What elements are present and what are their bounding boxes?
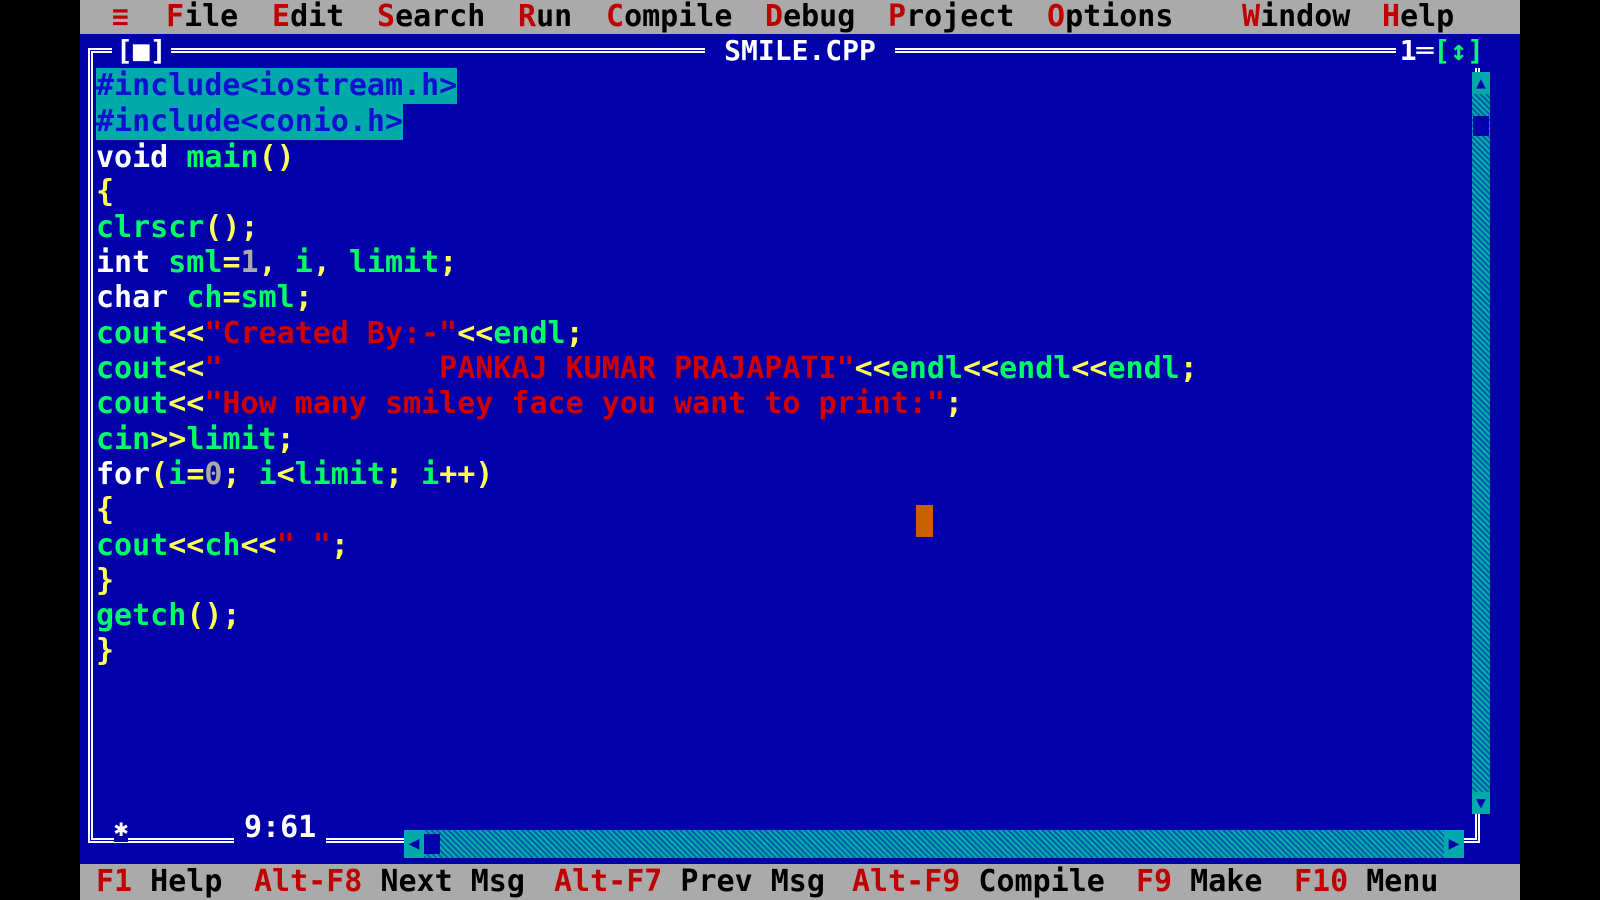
code-line-13[interactable]: { xyxy=(96,492,114,528)
cursor-position: 9:61 xyxy=(234,810,327,846)
code-line-6[interactable]: int sml=1, i, limit; xyxy=(96,245,457,281)
status-prev-msg[interactable]: Alt-F7 Prev Msg xyxy=(554,864,825,900)
resize-icon[interactable]: ✱ xyxy=(114,814,129,842)
code-line-14[interactable]: cout<<ch<<" "; xyxy=(96,528,349,564)
window-title-bar: [■] SMILE.CPP 1═[↕] xyxy=(80,34,1520,68)
code-line-4[interactable]: { xyxy=(96,174,114,210)
menu-window[interactable]: Window xyxy=(1242,0,1350,34)
menu-project[interactable]: Project xyxy=(888,0,1014,34)
code-line-1[interactable]: #include<iostream.h> xyxy=(96,68,458,104)
status-menu[interactable]: F10 Menu xyxy=(1294,864,1439,900)
code-line-17[interactable]: } xyxy=(96,633,114,669)
window-title: SMILE.CPP xyxy=(705,34,895,68)
scroll-left-icon[interactable]: ◀ xyxy=(404,830,424,858)
vertical-scroll-thumb[interactable] xyxy=(1473,116,1489,136)
status-help[interactable]: F1 Help xyxy=(96,864,222,900)
status-next-msg[interactable]: Alt-F8 Next Msg xyxy=(254,864,525,900)
zoom-box-icon[interactable]: [↕] xyxy=(1433,34,1484,67)
code-line-12[interactable]: for(i=0; i<limit; i++) xyxy=(96,457,493,493)
code-line-7[interactable]: char ch=sml; xyxy=(96,280,313,316)
system-menu-icon[interactable]: ≡ xyxy=(112,0,129,34)
code-line-9[interactable]: cout<<" PANKAJ KUMAR PRAJAPATI"<<endl<<e… xyxy=(96,351,1198,387)
menu-options[interactable]: Options xyxy=(1047,0,1173,34)
menu-debug[interactable]: Debug xyxy=(765,0,855,34)
status-make[interactable]: F9 Make xyxy=(1136,864,1262,900)
horizontal-scroll-thumb[interactable] xyxy=(424,834,440,854)
menu-compile[interactable]: Compile xyxy=(606,0,732,34)
menu-bar: ≡ File Edit Search Run Compile Debug Pro… xyxy=(80,0,1520,34)
code-line-15[interactable]: } xyxy=(96,563,114,599)
menu-edit[interactable]: Edit xyxy=(272,0,344,34)
window-number: 1 xyxy=(1399,34,1417,67)
code-line-16[interactable]: getch(); xyxy=(96,598,241,634)
code-editor[interactable]: #include<iostream.h> #include<conio.h> v… xyxy=(96,68,1466,808)
text-cursor xyxy=(916,505,933,537)
ide-screen: ≡ File Edit Search Run Compile Debug Pro… xyxy=(80,0,1520,900)
close-box-button[interactable]: [■] xyxy=(112,34,171,68)
vertical-scrollbar[interactable]: ▲ ▼ xyxy=(1472,72,1490,814)
code-line-10[interactable]: cout<<"How many smiley face you want to … xyxy=(96,386,963,422)
menu-file[interactable]: File xyxy=(166,0,238,34)
menu-run[interactable]: Run xyxy=(518,0,572,34)
menu-search[interactable]: Search xyxy=(377,0,485,34)
code-line-3[interactable]: void main() xyxy=(96,140,295,176)
scroll-up-icon[interactable]: ▲ xyxy=(1472,72,1490,94)
code-line-5[interactable]: clrscr(); xyxy=(96,210,259,246)
code-line-11[interactable]: cin>>limit; xyxy=(96,422,295,458)
status-bar: F1 Help Alt-F8 Next Msg Alt-F7 Prev Msg … xyxy=(80,864,1520,900)
horizontal-scrollbar[interactable]: ◀ ▶ xyxy=(404,830,1464,858)
scroll-right-icon[interactable]: ▶ xyxy=(1444,830,1464,858)
code-line-2[interactable]: #include<conio.h> xyxy=(96,104,404,140)
status-compile[interactable]: Alt-F9 Compile xyxy=(852,864,1105,900)
code-line-8[interactable]: cout<<"Created By:-"<<endl; xyxy=(96,316,584,352)
window-number-zoom[interactable]: 1═[↕] xyxy=(1395,34,1488,68)
menu-help[interactable]: Help xyxy=(1382,0,1454,34)
